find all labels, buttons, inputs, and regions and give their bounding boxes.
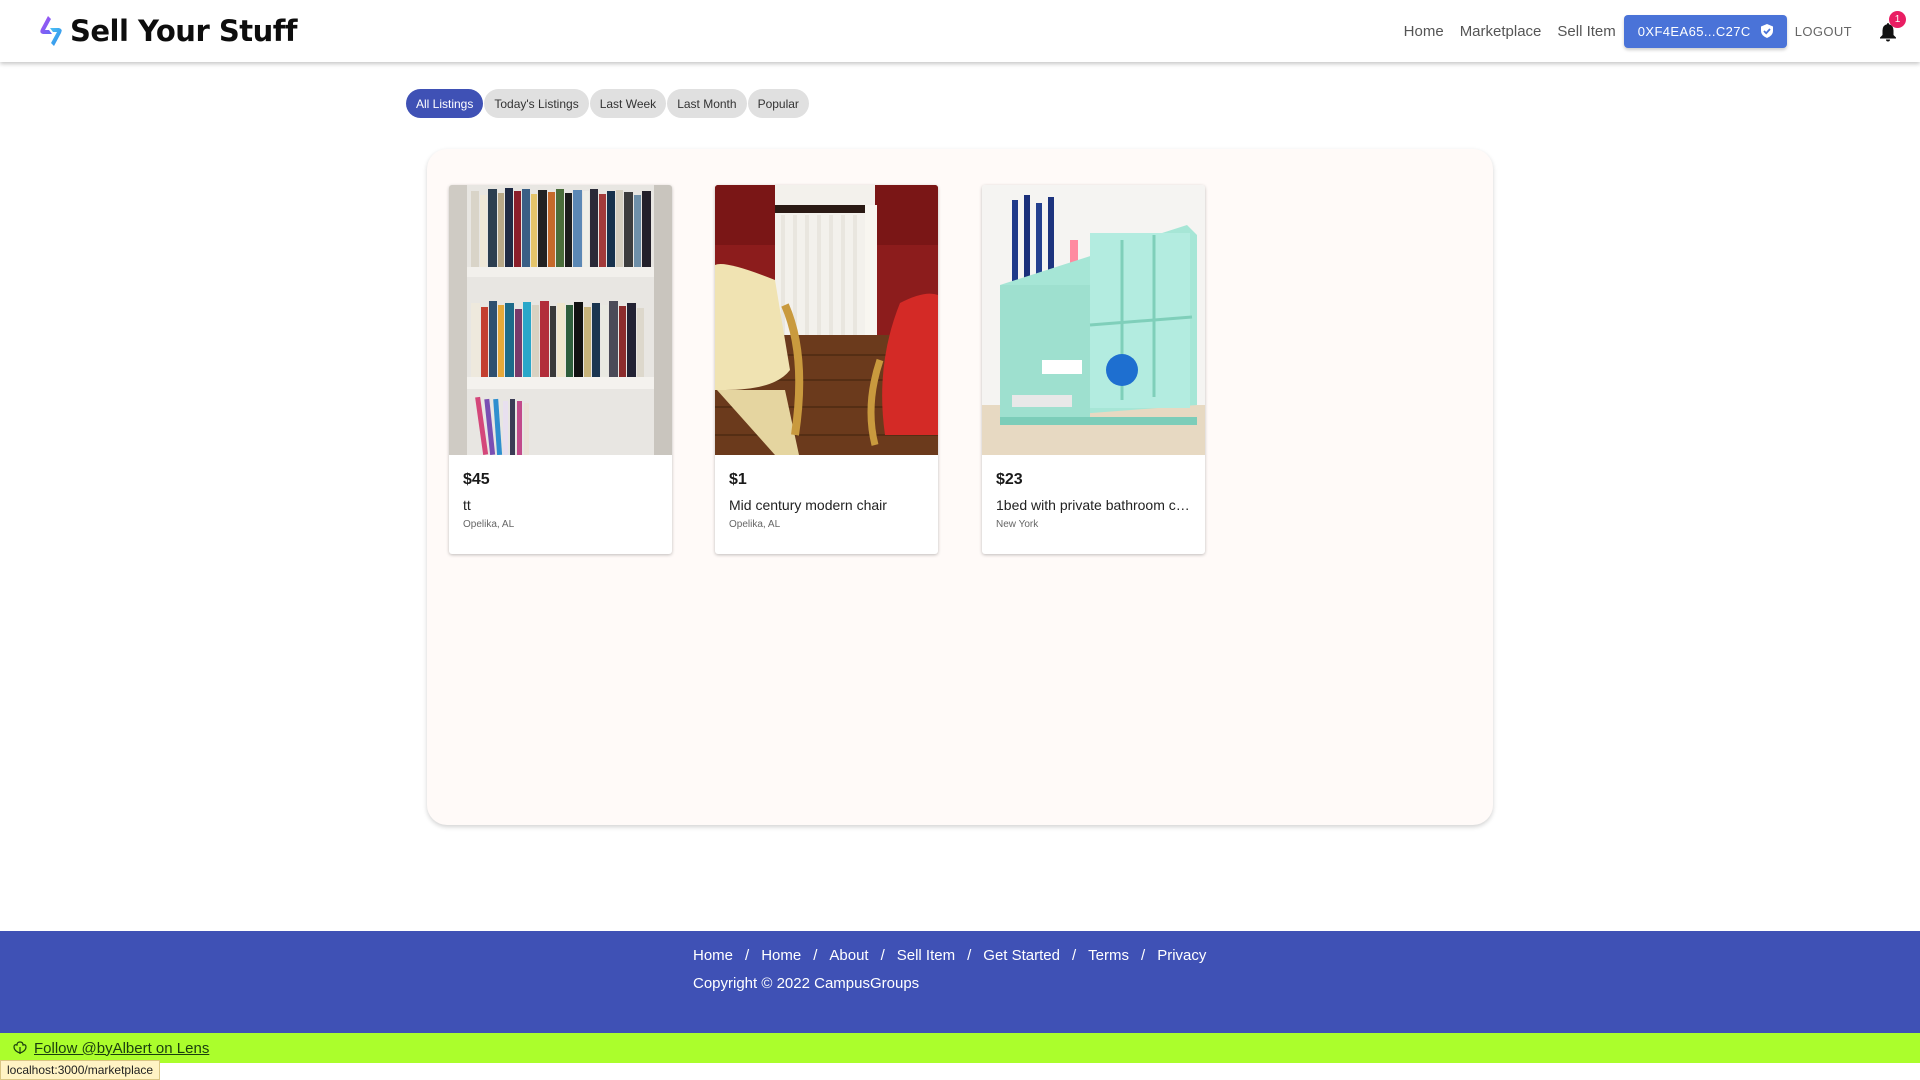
status-bar-url: localhost:3000/marketplace — [0, 1060, 161, 1080]
listing-card-body: $1 Mid century modern chair Opelika, AL — [715, 455, 938, 530]
listing-price: $1 — [729, 471, 747, 488]
footer-home-link[interactable]: Home — [693, 947, 733, 964]
top-navbar: Sell Your Stuff Home Marketplace Sell It… — [0, 0, 1920, 62]
listing-price: $23 — [996, 471, 1023, 488]
filter-todays-listings[interactable]: Today's Listings — [484, 89, 589, 118]
listing-image-desk-organizer — [982, 185, 1205, 455]
listing-title: Mid century modern chair — [729, 497, 887, 513]
listing-image-chairs — [715, 185, 938, 455]
listing-card-body: $23 1bed with private bathroom close to … — [982, 455, 1205, 530]
lens-leaf-icon — [13, 1041, 27, 1054]
brand-name: Sell Your Stuff — [70, 14, 297, 48]
wallet-address: 0XF4EA65...C27C — [1637, 23, 1751, 39]
lens-follow-bar: Follow @byAlbert on Lens — [0, 1033, 1920, 1063]
nav-links: Home Marketplace Sell Item 0XF4EA65...C2… — [1404, 11, 1906, 48]
verified-check-icon — [1760, 24, 1773, 38]
listing-location: New York — [996, 519, 1039, 530]
footer-separator: / — [745, 947, 750, 964]
wallet-address-button[interactable]: 0XF4EA65...C27C — [1623, 14, 1787, 48]
footer-home-link-2[interactable]: Home — [761, 947, 801, 964]
filter-popular[interactable]: Popular — [747, 89, 809, 118]
logout-button[interactable]: LOGOUT — [1795, 24, 1852, 39]
footer-about-link[interactable]: About — [829, 947, 868, 964]
footer-links: Home / Home / About / Sell Item / Get St… — [693, 947, 1206, 964]
nav-marketplace-link[interactable]: Marketplace — [1460, 23, 1542, 40]
brand-logo-icon — [40, 16, 62, 46]
footer-separator: / — [1072, 947, 1077, 964]
footer-privacy-link[interactable]: Privacy — [1157, 947, 1206, 964]
nav-sell-item-link[interactable]: Sell Item — [1557, 23, 1615, 40]
footer-separator: / — [880, 947, 885, 964]
site-footer: Home / Home / About / Sell Item / Get St… — [0, 931, 1920, 1033]
nav-home-link[interactable]: Home — [1404, 23, 1444, 40]
filter-last-month[interactable]: Last Month — [667, 89, 747, 118]
listing-card[interactable]: $1 Mid century modern chair Opelika, AL — [715, 185, 938, 554]
listing-image-bookshelf — [449, 185, 672, 455]
listing-filters: All Listings Today's Listings Last Week … — [406, 89, 810, 118]
listing-location: Opelika, AL — [729, 519, 781, 530]
copyright-text: Copyright © 2022 CampusGroups — [693, 975, 920, 992]
footer-separator: / — [1141, 947, 1146, 964]
footer-get-started-link[interactable]: Get Started — [983, 947, 1060, 964]
listing-card-body: $45 tt Opelika, AL — [449, 455, 672, 530]
footer-separator: / — [813, 947, 818, 964]
notification-count-badge: 1 — [1889, 11, 1906, 28]
filter-last-week[interactable]: Last Week — [589, 89, 667, 118]
notifications-button[interactable]: 1 — [1878, 11, 1906, 42]
lens-follow-link[interactable]: Follow @byAlbert on Lens — [34, 1040, 209, 1057]
brand-link[interactable]: Sell Your Stuff — [36, 14, 297, 48]
listing-price: $45 — [463, 471, 490, 488]
listings-panel: $45 tt Opelika, AL $1 Mid century modern… — [427, 149, 1493, 825]
listing-title: 1bed with private bathroom close to camp… — [996, 497, 1191, 513]
listing-location: Opelika, AL — [463, 519, 515, 530]
filter-all-listings[interactable]: All Listings — [406, 89, 484, 118]
listing-card[interactable]: $23 1bed with private bathroom close to … — [982, 185, 1205, 554]
listing-card[interactable]: $45 tt Opelika, AL — [449, 185, 672, 554]
listing-title: tt — [463, 497, 471, 513]
footer-sell-item-link[interactable]: Sell Item — [897, 947, 955, 964]
footer-terms-link[interactable]: Terms — [1088, 947, 1129, 964]
footer-separator: / — [967, 947, 972, 964]
